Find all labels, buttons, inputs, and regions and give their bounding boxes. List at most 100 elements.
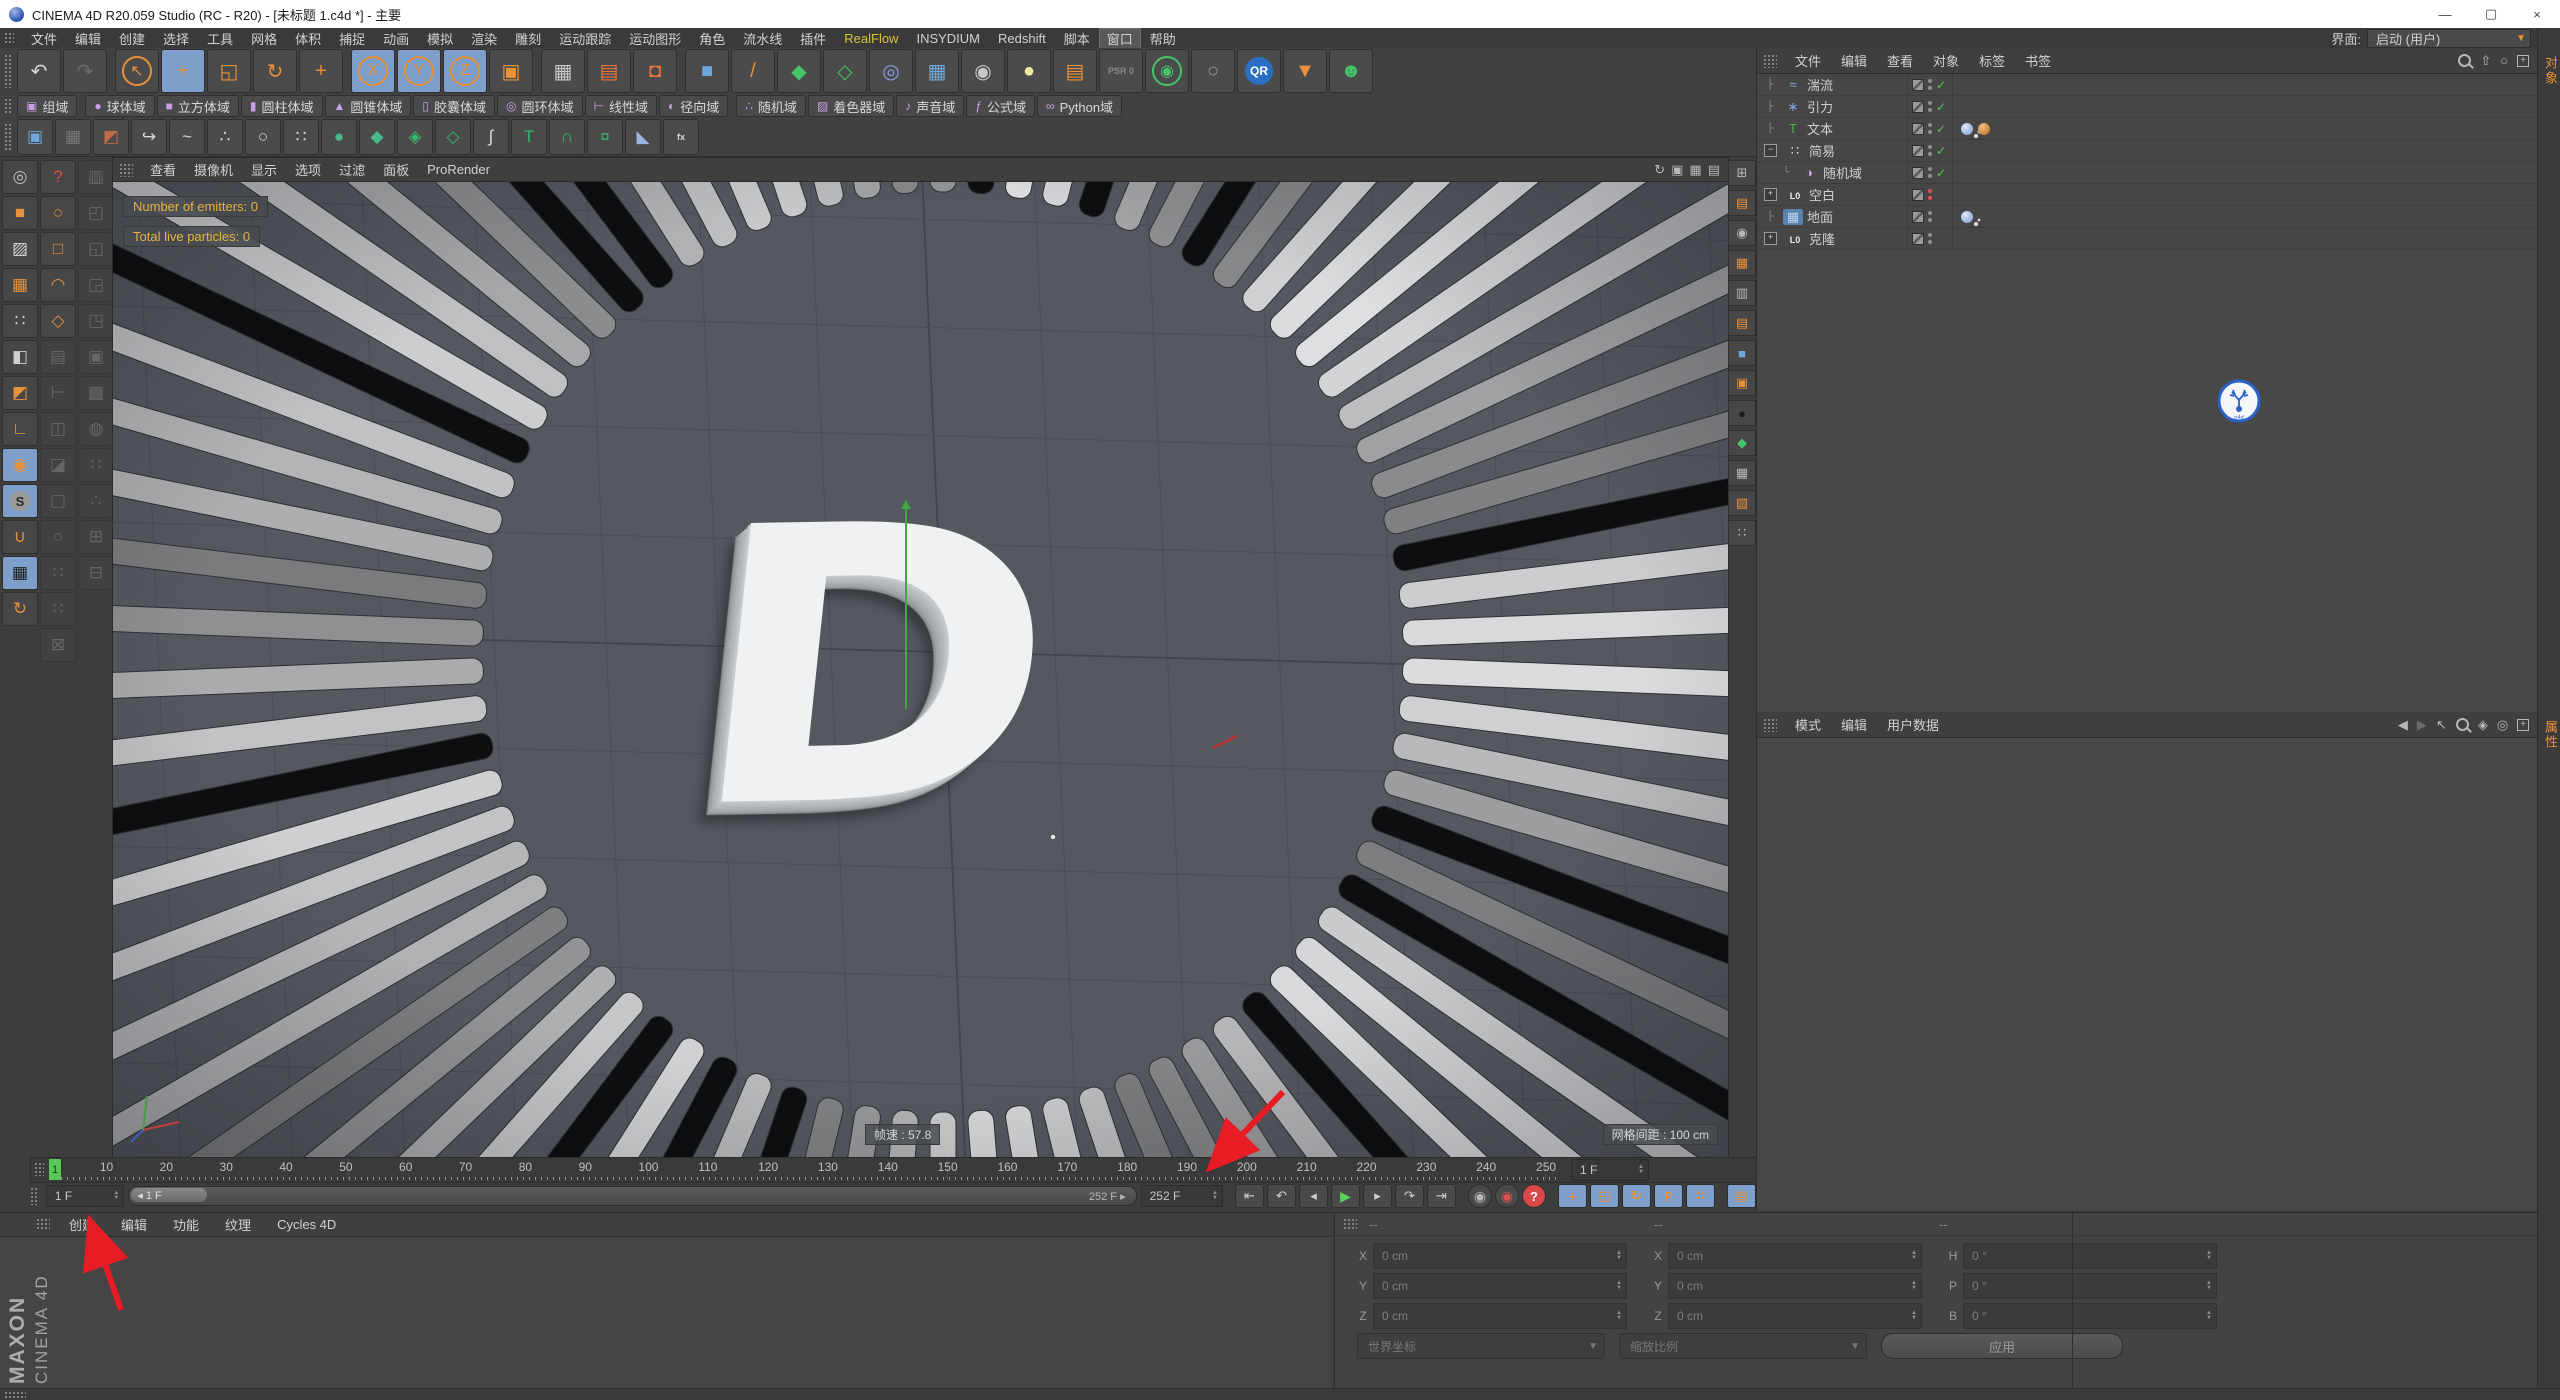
material-tab-1[interactable]: 编辑 [112,1215,156,1234]
menu-item-3[interactable]: 选项 [286,160,330,179]
palette-icon[interactable]: ⊟ [78,556,114,590]
polyfx-button[interactable]: ◇ [435,119,471,155]
search-icon[interactable] [2458,54,2471,67]
radial-field-button[interactable]: ◐径向域 [659,95,728,117]
coordinate-system[interactable]: ▣ [489,49,533,93]
toolbar-grip[interactable] [4,98,12,114]
capsule-field-button[interactable]: ▯胶囊体域 [413,95,495,117]
toolbar-grip[interactable] [4,123,12,151]
coordinate-mode-dropdown[interactable]: 世界坐标 ▼ [1357,1333,1605,1359]
wire-sphere-button[interactable]: ○ [1191,49,1235,93]
target-icon[interactable]: ◎ [2497,717,2508,733]
menu-item-1[interactable]: 编辑 [1831,51,1877,70]
right-strip-icon-8[interactable]: ● [1728,400,1756,426]
lasso-select-icon[interactable]: ◠ [40,268,76,302]
material-tab-0[interactable]: 创建 [60,1215,104,1234]
coordinate-field[interactable]: 0 °▲▼ [1963,1273,2217,1299]
spline-pen-menu[interactable]: / [731,49,775,93]
timeline-window-button[interactable]: ▤ [1727,1184,1756,1208]
spline-effector-button[interactable]: ∫ [473,119,509,155]
workplane-mode-button[interactable]: ▦ [2,268,38,302]
object-row-文本[interactable]: ├T文本✓ [1757,118,2537,140]
object-name[interactable]: 湍流 [1803,75,1833,94]
sphere-field-button[interactable]: ●球体域 [85,95,154,117]
palette-icon[interactable]: ⊢ [40,376,76,410]
live-select-icon[interactable]: ○ [40,196,76,230]
menu-item-4[interactable]: 工具 [198,29,242,48]
visibility-controls[interactable] [1907,228,1953,249]
motext-button[interactable]: T [511,119,547,155]
random-field-button[interactable]: ∴随机域 [736,95,806,117]
right-strip-icon-3[interactable]: ▦ [1728,250,1756,276]
lock-icon[interactable]: ◈ [2478,717,2488,733]
object-name[interactable]: 克隆 [1805,229,1835,248]
tag-list[interactable] [1953,211,2537,223]
ornament-button[interactable]: ¤ [587,119,623,155]
current-frame-field[interactable]: 1 F ▲▼ [46,1185,124,1207]
spinner-arrows-icon[interactable]: ▲▼ [1638,1165,1644,1175]
magic-drop-button[interactable]: ▼ [1283,49,1327,93]
maximize-button[interactable]: ▢ [2468,0,2514,28]
viewport-3d-area[interactable]: D Number of emitters: 0 Total live parti… [113,182,1728,1157]
goto-prev-frame-button[interactable]: ◂ [1299,1184,1328,1208]
right-strip-icon-1[interactable]: ▤ [1728,190,1756,216]
render-settings-button[interactable]: ◘ [633,49,677,93]
linear-step-button[interactable]: ∴ [207,119,243,155]
history-forward-icon[interactable]: ▶ [2417,717,2427,733]
menu-item-5[interactable]: 面板 [374,160,418,179]
visibility-controls[interactable]: ✓ [1907,162,1953,183]
visibility-controls[interactable] [1907,206,1953,227]
object-name[interactable]: 地面 [1803,207,1833,226]
spinner-arrows-icon[interactable]: ▲▼ [1911,1251,1917,1261]
timeline-range-slider[interactable]: ◂ 1 F 252 F ▸ [128,1186,1136,1206]
menu-item-1[interactable]: 摄像机 [185,160,242,179]
menu-item-2[interactable]: 查看 [1877,51,1923,70]
spinner-arrows-icon[interactable]: ▲▼ [1616,1311,1622,1321]
right-strip-icon-7[interactable]: ▣ [1728,370,1756,396]
palette-icon[interactable]: ◰ [78,196,114,230]
coordinate-field[interactable]: 0 cm▲▼ [1668,1273,1922,1299]
right-strip-icon-4[interactable]: ▥ [1728,280,1756,306]
shader-field-button[interactable]: ▨着色器域 [808,95,894,117]
menu-item-13[interactable]: 运动图形 [620,29,690,48]
render-view-button[interactable]: ▦ [541,49,585,93]
history-back-icon[interactable]: ◀ [2398,717,2408,733]
viewport-panel[interactable]: 查看摄像机显示选项过滤面板ProRender ↻▣▦▤ D Number of … [112,157,1729,1158]
primitive-cube-menu[interactable]: ■ [685,49,729,93]
scene-nodes-button[interactable]: ▤ [1053,49,1097,93]
object-row-简易[interactable]: −∷简易✓ [1757,140,2537,162]
palette-icon[interactable]: ▢ [40,484,76,518]
palette-icon[interactable]: ∷ [40,556,76,590]
mospline-button[interactable]: ~ [169,119,205,155]
menu-item-3[interactable]: 对象 [1923,51,1969,70]
play-forwards-button[interactable]: ▶ [1331,1184,1360,1208]
lock-x-axis[interactable]: X [351,49,395,93]
right-strip-icon-0[interactable]: ⊞ [1728,160,1756,186]
record-active-objects-button[interactable]: ◉ [1468,1184,1492,1208]
pick-icon[interactable]: ↖ [2436,717,2447,733]
fracture-button[interactable]: ◩ [93,119,129,155]
viewport-maximize-icon[interactable]: ▣ [1671,162,1683,178]
object-row-引力[interactable]: ├∗引力✓ [1757,96,2537,118]
home-icon[interactable]: ⇧ [2480,53,2491,69]
menu-item-7[interactable]: 捕捉 [330,29,374,48]
right-strip-icon-11[interactable]: ▨ [1728,490,1756,516]
palette-icon[interactable]: ○ [40,520,76,554]
palette-icon[interactable]: ◪ [40,448,76,482]
cylinder-field-button[interactable]: ▮圆柱体域 [241,95,323,117]
workplane-lock-button[interactable]: ▦ [2,556,38,590]
workplane-rotate-button[interactable]: ↻ [2,592,38,626]
rectangle-select-icon[interactable]: □ [40,232,76,266]
expand-toggle-icon[interactable]: + [1764,188,1777,201]
spline-wrap-button[interactable]: ∩ [549,119,585,155]
menu-item-4[interactable]: 标签 [1969,51,2015,70]
redo-button[interactable]: ↷ [63,49,107,93]
expand-toggle-icon[interactable]: + [1764,232,1777,245]
goto-next-frame-button[interactable]: ▸ [1363,1184,1392,1208]
tag-list[interactable] [1953,123,2537,135]
attribute-manager-grip[interactable] [1763,718,1777,732]
polygon-select-icon[interactable]: ◇ [40,304,76,338]
material-tab-2[interactable]: 功能 [164,1215,208,1234]
close-button[interactable]: × [2514,0,2560,28]
spinner-arrows-icon[interactable]: ▲▼ [2206,1281,2212,1291]
